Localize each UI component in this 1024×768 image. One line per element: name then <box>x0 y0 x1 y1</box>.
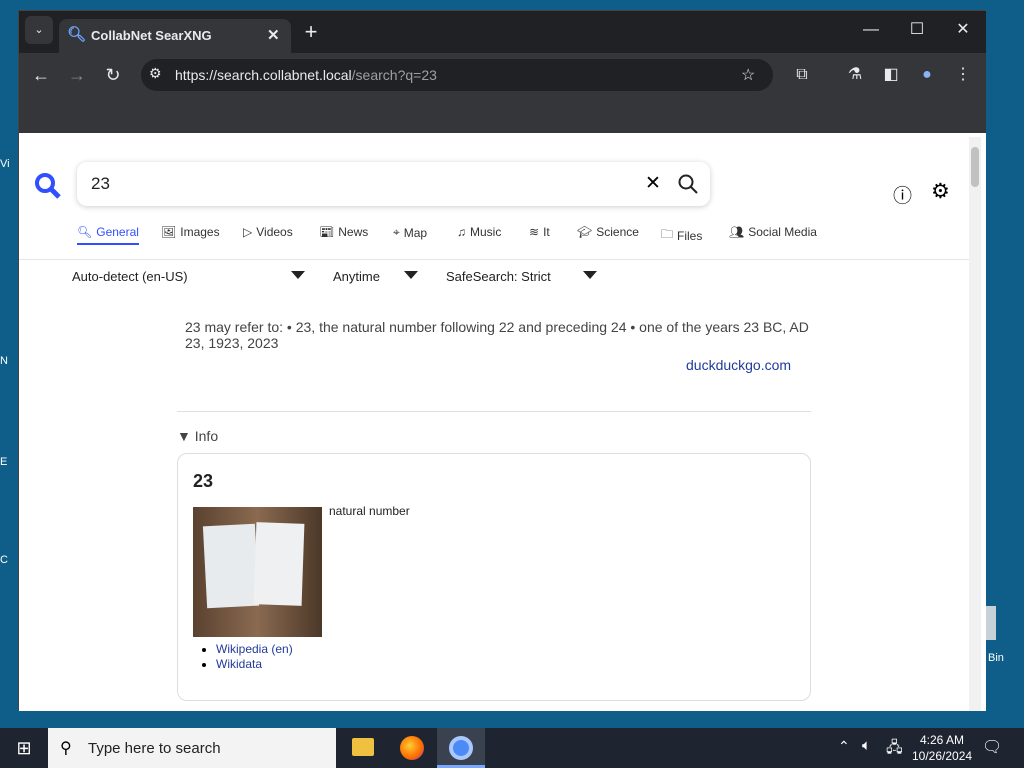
tab-files[interactable]: 🗀 Files <box>661 225 702 246</box>
answer-text: 23 may refer to: • 23, the natural numbe… <box>185 319 809 351</box>
desktop-icon[interactable]: N <box>0 355 18 367</box>
menu-icon[interactable]: ⋮ <box>947 59 979 91</box>
bookmark-star-icon[interactable]: ☆ <box>741 65 755 85</box>
tab-music[interactable]: ♫ Music <box>457 225 501 239</box>
info-icon[interactable]: ⓘ <box>893 181 912 208</box>
tab-strip: ⌄ 🔍︎ CollabNet SearXNG ✕ + — ☐ ✕ <box>19 11 986 53</box>
tab-images[interactable]: 🖼 Images <box>161 225 220 239</box>
reload-button[interactable]: ↻ <box>97 59 129 91</box>
new-tab-button[interactable]: + <box>295 16 327 48</box>
site-favicon-icon: 🔍︎ <box>67 26 87 43</box>
desktop-icon[interactable]: C <box>0 554 18 566</box>
scrollbar[interactable] <box>969 137 981 711</box>
newspaper-icon: 📰︎ <box>319 225 335 239</box>
url-path: /search?q=23 <box>351 67 437 83</box>
search-input[interactable]: 23 <box>91 174 110 194</box>
folder-icon: 🗀 <box>661 227 674 241</box>
file-explorer-icon[interactable] <box>352 738 374 756</box>
language-select[interactable]: Auto-detect (en-US) <box>72 269 188 284</box>
settings-gear-icon[interactable]: ⚙ <box>931 179 950 204</box>
page-content: 23 ✕ ⓘ ⚙ 🔍︎ General 🖼 Images ▷ Videos 📰︎ New… <box>19 133 986 711</box>
answer-source-link[interactable]: duckduckgo.com <box>686 357 791 373</box>
address-bar[interactable]: ⚙ https://search.collabnet.local/search?… <box>141 59 773 91</box>
wikidata-link[interactable]: Wikidata <box>216 657 262 671</box>
bookmarks-bar <box>19 97 986 133</box>
labs-icon[interactable]: ⚗ <box>839 59 871 91</box>
close-window-button[interactable]: ✕ <box>947 14 979 46</box>
search-box: 23 ✕ <box>77 162 710 206</box>
chrome-taskbar-button[interactable] <box>437 728 485 768</box>
infobox-description: natural number <box>329 504 410 518</box>
tab-videos[interactable]: ▷ Videos <box>243 225 293 239</box>
volume-icon[interactable]: 🔈︎ <box>862 737 871 754</box>
notifications-icon[interactable]: 🗨 <box>982 737 1002 757</box>
chevron-down-icon[interactable] <box>404 271 418 279</box>
safesearch-select[interactable]: SafeSearch: Strict <box>446 269 551 284</box>
desktop-icon[interactable]: Vi <box>0 158 18 170</box>
map-pin-icon: ⌖ <box>393 225 400 239</box>
extensions-icon[interactable]: ⧉ <box>786 59 818 91</box>
searxng-logo-icon[interactable] <box>33 171 63 201</box>
image-icon: 🖼 <box>161 225 177 239</box>
info-toggle[interactable]: ▼ Info <box>177 428 218 444</box>
answer-divider <box>177 411 811 412</box>
maximize-button[interactable]: ☐ <box>901 14 933 46</box>
search-icon[interactable] <box>677 173 699 195</box>
firefox-icon[interactable] <box>400 736 424 760</box>
back-button[interactable]: ← <box>25 59 57 91</box>
infobox-title: 23 <box>193 471 214 491</box>
browser-window: ⌄ 🔍︎ CollabNet SearXNG ✕ + — ☐ ✕ ← → ↻ ⚙… <box>18 10 986 711</box>
chevron-down-icon[interactable] <box>291 271 305 279</box>
people-icon: 👥︎ <box>729 225 745 239</box>
tray-chevron-icon[interactable]: ⌃ <box>838 738 850 755</box>
network-icon[interactable]: 🖧 <box>886 737 903 762</box>
graduation-cap-icon: 🎓︎ <box>577 225 593 239</box>
close-tab-icon[interactable]: ✕ <box>267 26 280 44</box>
tab-general[interactable]: 🔍︎ General <box>77 225 139 245</box>
tab-map[interactable]: ⌖ Map <box>393 225 427 240</box>
list-item: Wikidata <box>216 657 293 672</box>
clear-search-icon[interactable]: ✕ <box>645 172 661 195</box>
music-icon: ♫ <box>457 225 466 239</box>
infobox-links: Wikipedia (en) Wikidata <box>216 642 293 672</box>
list-item: Wikipedia (en) <box>216 642 293 657</box>
search-icon: 🔍︎ <box>77 225 93 239</box>
taskbar-search-input: Type here to search <box>88 740 221 757</box>
tab-search-button[interactable]: ⌄ <box>25 16 53 44</box>
infobox: 23 natural number Wikipedia (en) Wikidat… <box>177 453 811 701</box>
tab-it[interactable]: ≋ It <box>529 225 550 239</box>
scrollbar-thumb[interactable] <box>971 147 979 187</box>
recycle-bin-label: Bin <box>988 652 1004 664</box>
tabs-divider <box>19 259 969 260</box>
side-panel-icon[interactable]: ◧ <box>875 59 907 91</box>
active-tab[interactable]: 🔍︎ CollabNet SearXNG ✕ <box>59 19 291 53</box>
infobox-image <box>193 507 322 637</box>
chrome-icon <box>449 736 473 760</box>
layers-icon: ≋ <box>529 225 540 239</box>
minimize-button[interactable]: — <box>855 14 887 46</box>
profile-avatar[interactable]: ● <box>911 59 943 91</box>
tab-title: CollabNet SearXNG <box>91 28 212 43</box>
play-icon: ▷ <box>243 225 253 239</box>
url-host: https://search.collabnet.local <box>175 67 352 83</box>
wikipedia-link[interactable]: Wikipedia (en) <box>216 642 293 656</box>
taskbar: ⊞ ⚲ Type here to search ⌃ 🔈︎ 🖧 4:26 AM 1… <box>0 728 1024 768</box>
start-button[interactable]: ⊞ <box>0 728 48 768</box>
tab-science[interactable]: 🎓︎ Science <box>577 225 639 239</box>
forward-button[interactable]: → <box>61 59 93 91</box>
site-info-icon[interactable]: ⚙ <box>149 65 162 82</box>
chevron-down-icon[interactable] <box>583 271 597 279</box>
clock-date: 10/26/2024 <box>912 749 973 763</box>
recycle-bin-icon[interactable]: Bin <box>986 606 1016 670</box>
time-range-select[interactable]: Anytime <box>333 269 380 284</box>
search-icon: ⚲ <box>60 740 72 757</box>
tab-news[interactable]: 📰︎ News <box>319 225 368 239</box>
desktop-icon[interactable]: E <box>0 456 18 468</box>
taskbar-search-box[interactable]: ⚲ Type here to search <box>48 728 336 768</box>
clock-time: 4:26 AM <box>919 733 965 747</box>
tab-social-media[interactable]: 👥︎ Social Media <box>729 225 817 239</box>
clock[interactable]: 4:26 AM 10/26/2024 <box>912 732 972 764</box>
